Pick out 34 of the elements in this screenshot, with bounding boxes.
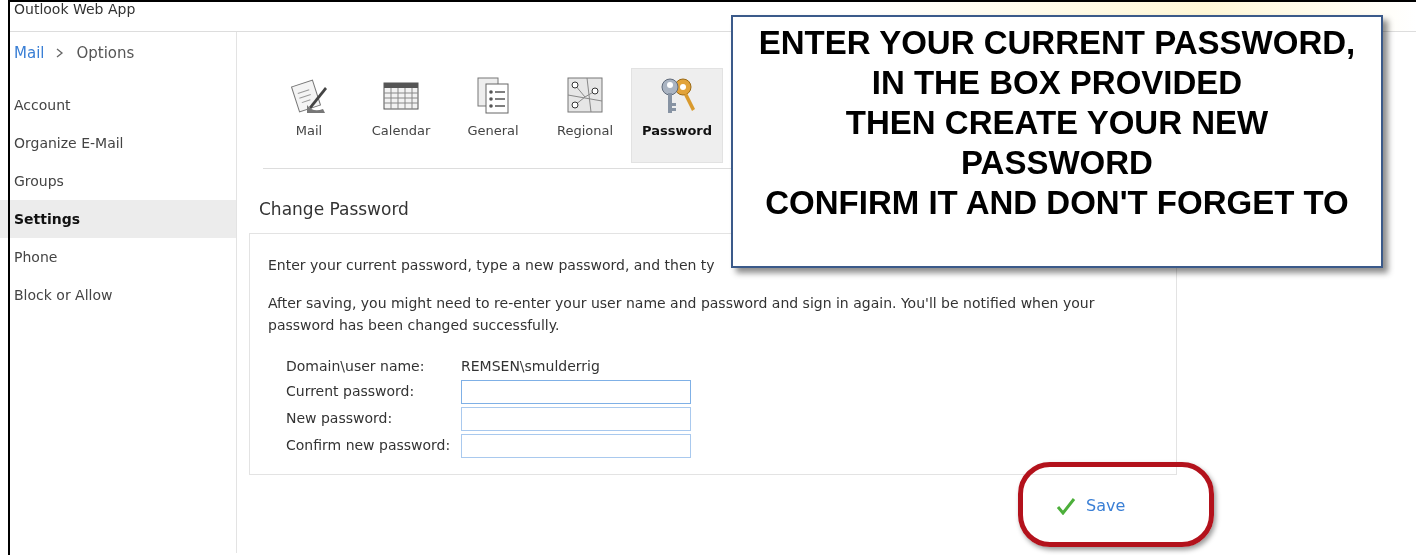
paragraph: Enter your current password, type a new password, and then ty [268,255,716,275]
password-field[interactable] [461,433,691,458]
breadcrumb-current: Options [76,42,135,64]
field-value: REMSEN\smulderrig [461,356,601,376]
password-field[interactable] [461,406,691,431]
toolbar-tab[interactable]: Calendar [355,68,447,163]
toolbar-tab[interactable]: Regional [539,68,631,163]
toolbar-tab[interactable]: General [447,68,539,163]
save-button[interactable]: Save [1050,490,1132,522]
sidebar-item[interactable]: Phone [0,238,236,276]
map-icon [565,75,605,115]
field-label: Current password: [286,382,416,401]
sidebar-item[interactable]: Organize E-Mail [0,124,236,162]
callout-text: ENTER YOUR CURRENT PASSWORD, [757,23,1357,63]
window-title: Outlook Web App [14,1,136,17]
chevron-icon [56,48,65,58]
sidebar-item[interactable]: Block or Allow [0,276,236,314]
password-field[interactable] [461,379,691,404]
paragraph: After saving, you might need to re-enter your user name and password and sign in again. You'll be notified when your password has been changed successfully. [268,293,1096,335]
toolbar-tab[interactable]: Mail [263,68,355,163]
sidebar-item[interactable]: Settings [0,200,236,238]
field-label: New password: [286,409,394,428]
callout-text: IN THE BOX PROVIDED [870,63,1244,103]
callout-text: CONFIRM IT AND DON'T FORGET TO [764,183,1350,223]
sidebar-item[interactable]: Groups [0,162,236,200]
section-title: Change Password [259,198,409,221]
toolbar-tab[interactable]: Password [631,68,723,163]
field-label: Confirm new password: [286,436,452,455]
sidebar-item[interactable]: Account [0,86,236,124]
checkmark-icon [1056,497,1076,515]
breadcrumb-link[interactable]: Mail [14,41,45,65]
callout-text: PASSWORD [960,143,1154,183]
callout-text: THEN CREATE YOUR NEW [844,103,1270,143]
field-label: Domain\user name: [286,356,426,376]
